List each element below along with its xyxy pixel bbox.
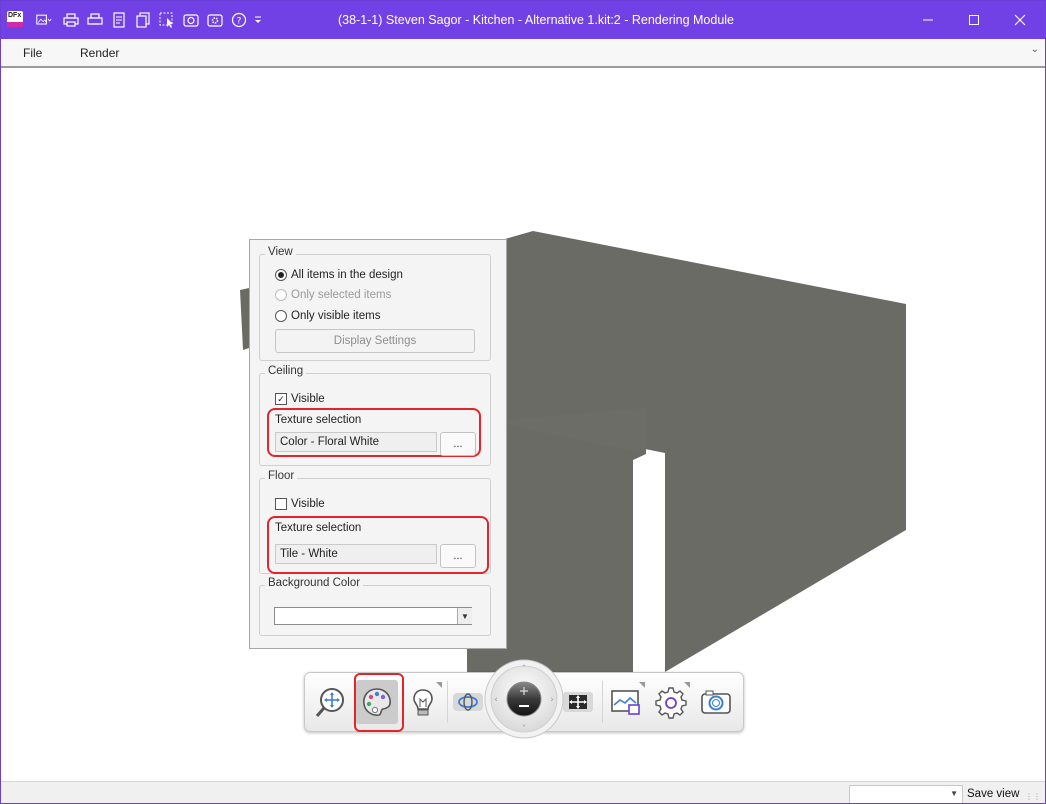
menu-bar: File Render ⌄ (1, 39, 1045, 68)
view-group-title: View (265, 246, 296, 258)
close-icon[interactable] (997, 1, 1043, 39)
print-preview-icon[interactable] (86, 11, 104, 29)
orbit-icon[interactable] (450, 680, 486, 724)
chevron-down-icon[interactable]: ▼ (457, 608, 472, 624)
left-wall-sliver (240, 288, 249, 350)
svg-text:ˇ: ˇ (522, 724, 527, 735)
ceiling-group: Ceiling ✓ Visible Texture selection Colo… (259, 365, 491, 466)
ceiling-visible-checkbox[interactable]: ✓ Visible (275, 391, 325, 407)
ceiling-texture-label: Texture selection (275, 414, 362, 426)
radio-button[interactable] (275, 269, 287, 281)
palette-highlight (354, 673, 404, 732)
radio-only-selected-label: Only selected items (291, 289, 392, 301)
radio-all-items[interactable]: All items in the design (275, 267, 403, 283)
view-select[interactable]: ▼ (849, 785, 963, 803)
app-icon[interactable]: DFx (7, 11, 23, 27)
help-icon[interactable]: ? (230, 11, 248, 29)
resize-grip-icon[interactable]: ⋮⋮ (1025, 792, 1041, 801)
image-dropdown-icon[interactable] (31, 11, 57, 29)
background-color-title: Background Color (265, 577, 364, 589)
floor-visible-checkbox[interactable]: Visible (275, 496, 325, 512)
zoom-pan-icon[interactable] (310, 680, 352, 724)
settings-icon[interactable] (650, 680, 692, 724)
checkbox-unchecked-icon[interactable] (275, 498, 287, 510)
ceiling-visible-label: Visible (291, 393, 325, 405)
radio-all-items-label: All items in the design (291, 269, 403, 281)
floor-group: Floor Visible Texture selection Tile - W… (259, 470, 491, 574)
navigation-wheel[interactable]: ˆ ˇ ‹ › (484, 650, 564, 748)
screenshot-icon[interactable] (182, 11, 200, 29)
rendering-settings-panel: View All items in the design Only select… (249, 239, 507, 649)
floor-texture-highlight: Texture selection Tile - White ... (267, 516, 489, 574)
ceiling-texture-field[interactable]: Color - Floral White (275, 432, 437, 452)
display-settings-button: Display Settings (275, 329, 475, 353)
radio-only-visible-label: Only visible items (291, 310, 381, 322)
maximize-icon[interactable] (951, 1, 997, 39)
menu-file[interactable]: File (23, 46, 42, 60)
print-icon[interactable] (62, 11, 80, 29)
customize-dropdown-icon[interactable] (252, 11, 264, 29)
background-image-icon[interactable] (605, 680, 647, 724)
radio-only-selected: Only selected items (275, 287, 391, 303)
window-title: (38-1-1) Steven Sagor - Kitchen - Altern… (337, 13, 735, 27)
background-color-select[interactable]: ▼ (274, 607, 472, 625)
app-icon-label: DFx (8, 12, 22, 19)
svg-text:ˆ: ˆ (522, 664, 527, 675)
lighting-icon[interactable] (402, 680, 444, 724)
copy-icon[interactable] (134, 11, 152, 29)
status-bar: ▼ Save view ⋮⋮ (1, 781, 1045, 803)
svg-text:‹: ‹ (494, 695, 498, 705)
chevron-down-icon[interactable]: ⌄ (1031, 44, 1039, 55)
floor-texture-label: Texture selection (275, 522, 362, 534)
radio-only-visible[interactable]: Only visible items (275, 308, 380, 324)
background-color-group: Background Color ▼ (259, 577, 491, 636)
rendering-module-window: DFx ? (38-1-1) Steven Sagor - Kitchen - … (0, 0, 1046, 804)
view-group: View All items in the design Only select… (259, 246, 491, 361)
settings-camera-icon[interactable] (206, 11, 224, 29)
minimize-icon[interactable] (905, 1, 951, 39)
floor-visible-label: Visible (291, 498, 325, 510)
floor-texture-field[interactable]: Tile - White (275, 544, 437, 564)
radio-button (275, 289, 287, 301)
chevron-down-icon[interactable]: ▼ (950, 789, 958, 798)
ceiling-texture-browse-button[interactable]: ... (440, 432, 476, 456)
svg-text:?: ? (237, 17, 242, 27)
report-icon[interactable] (110, 11, 128, 29)
floor-texture-browse-button[interactable]: ... (440, 544, 476, 568)
radio-button[interactable] (275, 310, 287, 322)
svg-text:›: › (550, 695, 554, 705)
select-icon[interactable] (158, 11, 176, 29)
fit-view-icon[interactable] (560, 680, 596, 724)
ceiling-texture-highlight: Texture selection Color - Floral White .… (267, 408, 481, 457)
ceiling-group-title: Ceiling (265, 365, 307, 377)
camera-icon[interactable] (695, 680, 737, 724)
floor-group-title: Floor (265, 470, 298, 482)
checkbox-checked-icon[interactable]: ✓ (275, 393, 287, 405)
title-bar: DFx ? (38-1-1) Steven Sagor - Kitchen - … (1, 1, 1045, 39)
wall-opening (645, 453, 665, 682)
save-view-button[interactable]: Save view (967, 788, 1019, 800)
menu-render[interactable]: Render (80, 46, 119, 60)
